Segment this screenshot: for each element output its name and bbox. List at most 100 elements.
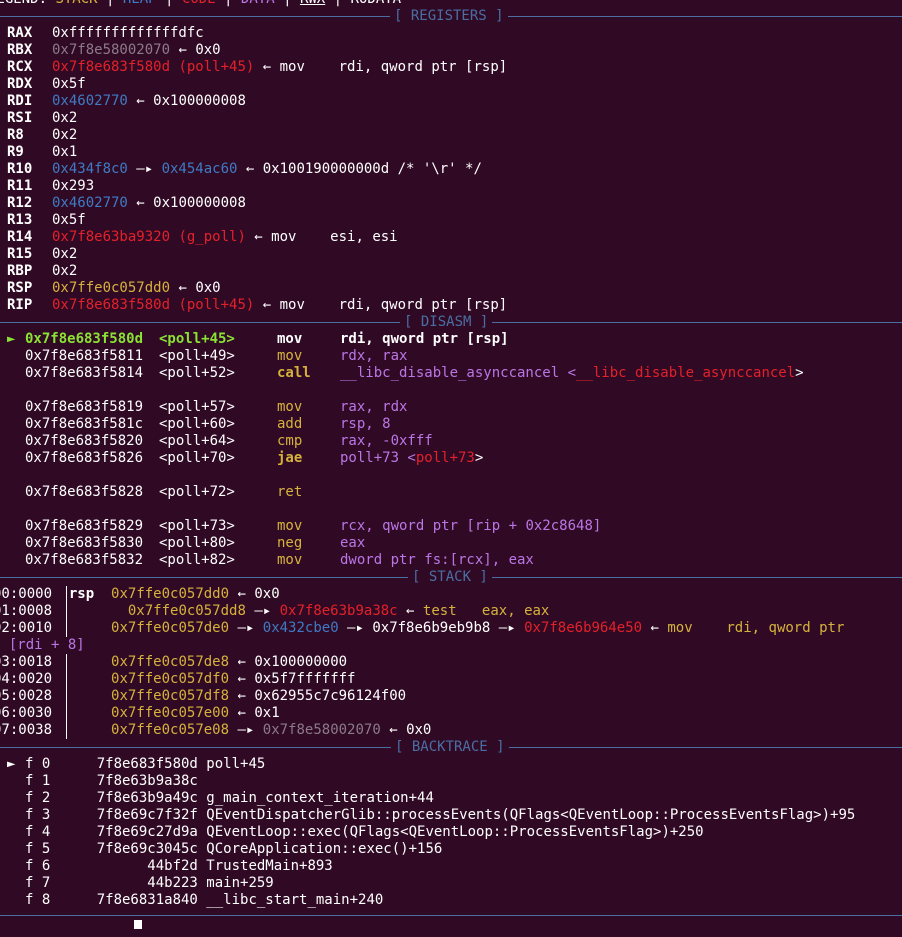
arrow-icon: —▸ [245, 603, 280, 619]
frame-symbol: __libc_start_main+240 [206, 892, 384, 908]
register-symbol: (g_poll) [170, 229, 246, 245]
frame-symbol: g_main_context_iteration+44 [206, 790, 434, 806]
play-arrow-icon: ► [7, 756, 16, 772]
stack-value: ← 0x0 [380, 722, 432, 738]
register-row: R12 0x4602770 ← 0x100000008 [0, 195, 246, 212]
arrow-icon: ← [254, 297, 280, 313]
frame-details: 7f8e69c7f32f QEventDispatcherGlib::proce… [63, 807, 856, 824]
stack-register [69, 722, 94, 738]
instruction-operands: eax [340, 535, 365, 552]
legend-bar: LEGEND: STACK | HEAP | CODE | DATA | RWX… [0, 0, 401, 8]
arrow-icon: —▸ [127, 161, 162, 177]
stack-wrap-text: ] [76, 637, 85, 653]
stack-value: ← 0x100000000 [229, 654, 348, 670]
disasm-row: 0x7f8e683f581c <poll+60> add rsp, 8 [0, 416, 902, 433]
stack-instruction: mov rdi, qword ptr [667, 620, 845, 636]
operand-text: > [795, 365, 804, 381]
register-pointer: 0x7f8e58002070 [52, 42, 171, 58]
instruction-operands: rdx, rax [340, 348, 407, 365]
operand-text: rsp, 8 [340, 416, 391, 432]
frame-address: 44b223 [63, 875, 198, 891]
stack-address: 0x7ffe0c057e00 [111, 705, 230, 721]
disasm-row: ► 0x7f8e683f580d <poll+45> mov rdi, qword pt… [0, 331, 902, 348]
instruction-address: 0x7f8e683f5828 [25, 484, 144, 500]
register-name: R15 [7, 246, 33, 262]
frame-index: f 3 [25, 807, 51, 823]
register-pointer: 0x454ac60 [161, 161, 238, 177]
operand-text: __libc_disable_asynccancel < [340, 365, 577, 381]
frame-details: 7f8e63b9a49c g_main_context_iteration+44 [63, 790, 434, 807]
legend-data: DATA [241, 0, 275, 7]
frame-index: f 7 [25, 875, 51, 891]
stack-row: 00:0000 rsp 0x7ffe0c057dd0 ← 0x0 [0, 586, 280, 603]
legend-rwx: RWX [300, 0, 325, 7]
register-name: RDX [7, 76, 33, 92]
frame-address: 7f8e69c3045c [63, 841, 198, 857]
operand-text: > [474, 450, 484, 466]
stack-register [69, 705, 94, 721]
register-row: RCX 0x7f8e683f580d (poll+45) ← mov rdi, q… [0, 59, 507, 76]
instruction-address: 0x7f8e683f5814 [25, 365, 144, 381]
register-pointer: 0x434f8c0 [52, 161, 128, 177]
instruction-symbol: <poll+70> [159, 450, 235, 466]
disasm-row: 0x7f8e683f5830 <poll+80> neg eax [0, 535, 902, 552]
register-deref: 0x100190000000d /* '\r' */ [262, 161, 482, 177]
instruction-address: 0x7f8e683f581c [25, 416, 144, 432]
registers-header-label: [ REGISTERS ] [390, 8, 508, 25]
frame-details: 7f8e69c27d9a QEventLoop::exec(QFlags<QEv… [63, 824, 704, 841]
register-row: R11 0x293 [0, 178, 94, 195]
arrow-icon: ← [170, 42, 196, 58]
frame-symbol: QCoreApplication::exec()+156 [206, 841, 443, 857]
instruction-symbol: <poll+82> [159, 552, 235, 568]
register-name: R8 [7, 127, 24, 143]
legend-heap: HEAP [123, 0, 157, 7]
text-cursor[interactable]: █ [134, 920, 142, 929]
register-name: RCX [7, 59, 33, 75]
instruction-operands: rax, -0xfff [340, 433, 433, 450]
instruction-mnemonic: ret [277, 484, 303, 500]
arrow-icon: ← [127, 93, 154, 109]
instruction-address: 0x7f8e683f580d [25, 331, 144, 347]
instruction-symbol: <poll+73> [159, 518, 235, 534]
stack-register: rsp [68, 586, 95, 602]
instruction-mnemonic: add [277, 416, 303, 432]
legend-code: CODE [182, 0, 216, 7]
register-row: R13 0x5f [0, 212, 86, 229]
instruction-symbol: <poll+45> [159, 331, 235, 347]
register-symbol: (poll+45) [170, 297, 255, 313]
legend-sep: | [275, 0, 300, 7]
instruction-address: 0x7f8e683f5820 [25, 433, 144, 449]
backtrace-header-label: [ BACKTRACE ] [391, 739, 509, 756]
instruction-operands: rsp, 8 [340, 416, 391, 433]
stack-address: 0x7ffe0c057df8 [111, 688, 230, 704]
register-name: R11 [7, 178, 33, 194]
stack-row: 01:0008 0x7ffe0c057dd8 —▸ 0x7f8e63b9a38c… [0, 603, 549, 620]
register-name: R13 [7, 212, 33, 228]
register-pointer: 0x7ffe0c057dd0 [52, 280, 171, 296]
instruction-mnemonic: mov [277, 552, 303, 568]
register-name: RAX [7, 25, 33, 41]
register-row: R10 0x434f8c0 —▸ 0x454ac60 ← 0x1001900000… [0, 161, 482, 178]
instruction-symbol: <poll+52> [159, 365, 235, 381]
instruction-mnemonic: jae [277, 450, 303, 466]
register-name: RBX [7, 42, 33, 58]
register-name: RIP [7, 297, 33, 313]
operand-target: __libc_disable_asynccancel [576, 365, 796, 381]
instruction-mnemonic: mov [277, 399, 303, 415]
arrow-icon: ← [254, 59, 280, 75]
legend-sep: | [157, 0, 182, 7]
stack-register [69, 688, 94, 704]
register-value: 0x2 [52, 127, 78, 143]
frame-details: 7f8e6831a840 __libc_start_main+240 [63, 892, 384, 909]
frame-details: 44b223 main+259 [63, 875, 273, 892]
instruction-address: 0x7f8e683f5832 [25, 552, 144, 568]
instruction-symbol: <poll+72> [159, 484, 235, 500]
instruction-address: 0x7f8e683f5830 [25, 535, 144, 551]
frame-index: f 4 [25, 824, 51, 840]
